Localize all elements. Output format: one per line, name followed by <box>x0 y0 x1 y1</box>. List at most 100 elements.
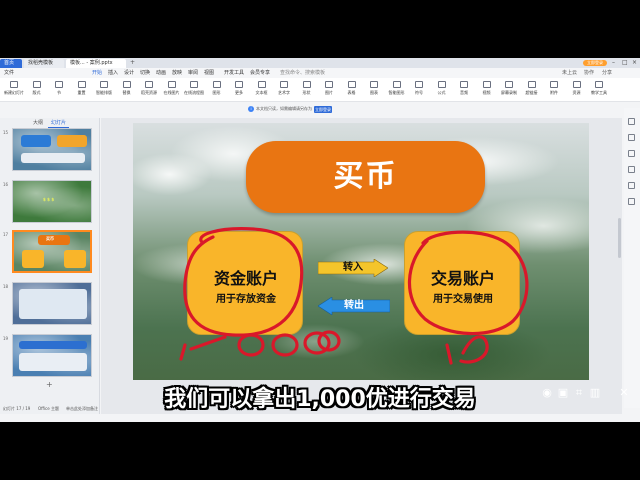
ribbon-button[interactable]: 视频 <box>477 81 497 99</box>
ribbon-tool-icon <box>302 81 311 88</box>
thumb-number: 19 <box>3 336 9 341</box>
thumb-number: 16 <box>3 182 9 187</box>
slide-thumbnail[interactable]: $ $ $ <box>12 180 92 223</box>
trash-icon[interactable]: ▥ <box>589 387 601 399</box>
slide-title: 买币 <box>333 159 398 194</box>
ribbon-button[interactable]: 重置 <box>72 81 92 99</box>
ribbon-tool-icon <box>437 81 446 88</box>
ribbon-button[interactable]: 更多 <box>229 81 249 99</box>
ribbon-button[interactable]: 表格 <box>342 81 362 99</box>
ribbon-button-label: 稻壳资源 <box>141 90 157 95</box>
menu-slideshow[interactable]: 放映 <box>172 70 182 76</box>
funding-account-title: 资金账户 <box>213 269 278 288</box>
crop-icon[interactable]: ⌗ <box>573 387 585 399</box>
search-input[interactable]: 查找命令、搜索模板 <box>280 70 325 76</box>
select-icon[interactable] <box>628 118 635 125</box>
ribbon-button[interactable]: 教学工具 <box>589 81 609 99</box>
camera-icon[interactable]: ▣ <box>557 387 569 399</box>
menu-home[interactable]: 开始 <box>92 70 102 76</box>
style-icon[interactable] <box>628 134 635 141</box>
notes-label[interactable]: 单击此处添加备注 <box>66 406 98 412</box>
layers-icon[interactable] <box>628 182 635 189</box>
eye-icon[interactable]: ◉ <box>541 387 553 399</box>
scrollbar[interactable] <box>618 218 621 258</box>
ribbon-button[interactable]: 智能排版 <box>94 81 114 99</box>
ribbon-button-label: 资源 <box>572 90 581 95</box>
ribbon-button[interactable]: 音频 <box>454 81 474 99</box>
menu-insert[interactable]: 插入 <box>108 70 118 76</box>
ribbon-button[interactable]: 超链接 <box>522 81 542 99</box>
trading-account-box[interactable]: 交易账户 用于交易使用 <box>404 231 520 335</box>
ribbon-button[interactable]: 图形 <box>207 81 227 99</box>
ribbon-button-label: 表格 <box>347 90 356 95</box>
menu-view[interactable]: 视图 <box>204 70 214 76</box>
title-shape[interactable]: 买币 <box>246 141 485 213</box>
ribbon-button[interactable]: 艺术字 <box>274 81 294 99</box>
ribbon-tool-icon <box>235 81 243 88</box>
ribbon-button[interactable]: 形状 <box>297 81 317 99</box>
ribbon-button[interactable]: 屏幕录制 <box>499 81 519 99</box>
ribbon-tool-icon <box>550 81 558 88</box>
ribbon-button[interactable]: 图片 <box>319 81 339 99</box>
settings-icon[interactable] <box>628 198 635 205</box>
ribbon-tool-icon <box>527 81 536 88</box>
ribbon-button[interactable]: 节 <box>49 81 69 99</box>
maximize-icon[interactable]: □ <box>622 59 628 67</box>
ribbon-button-label: 版式 <box>32 90 41 95</box>
transfer-out-arrow[interactable]: 转出 <box>317 296 391 316</box>
slide-thumbnail[interactable] <box>12 334 92 377</box>
ribbon-button-label: 新建幻灯片 <box>4 90 24 95</box>
transfer-in-arrow[interactable]: 转入 <box>317 258 389 278</box>
slide-thumbnail[interactable] <box>12 282 92 325</box>
funding-account-box[interactable]: 资金账户 用于存放资金 <box>187 231 303 335</box>
ribbon-button[interactable]: 公式 <box>432 81 452 99</box>
ribbon-button-label: 在线图片 <box>163 90 180 95</box>
menu-review[interactable]: 审阅 <box>188 70 198 76</box>
collab-button[interactable]: 协作 <box>584 70 594 76</box>
menu-transition[interactable]: 切换 <box>140 70 150 76</box>
ribbon-tool-icon <box>55 81 63 88</box>
login-button[interactable]: 立即登录 <box>583 60 607 66</box>
ribbon-button[interactable]: 版式 <box>27 81 47 99</box>
animation-icon[interactable] <box>628 150 635 157</box>
notice-button[interactable]: 立即登录 <box>314 106 332 113</box>
thumb-number: 17 <box>3 232 9 237</box>
cloud-status[interactable]: 未上云 <box>562 70 577 76</box>
slide-thumbnail[interactable] <box>12 128 92 171</box>
menu-file[interactable]: 文件 <box>4 70 14 76</box>
menu-devtools[interactable]: 开发工具 <box>224 70 244 76</box>
ribbon-button[interactable]: 替换 <box>117 81 137 99</box>
close-icon[interactable]: × <box>632 59 637 67</box>
transfer-out-label: 转出 <box>344 300 364 311</box>
ribbon-button[interactable]: 稻壳资源 <box>139 81 159 99</box>
share-button[interactable]: 分享 <box>602 70 612 76</box>
ribbon-button[interactable]: 资源 <box>567 81 587 99</box>
ribbon-tool-icon <box>77 81 86 88</box>
close-icon[interactable]: ✕ <box>618 387 630 399</box>
ribbon-button[interactable]: 在线流程图 <box>184 81 204 99</box>
ribbon-button[interactable]: 文本框 <box>252 81 272 99</box>
ribbon-button[interactable]: 图表 <box>364 81 384 99</box>
minimize-icon[interactable]: – <box>612 59 615 67</box>
ribbon-button[interactable]: 在线图片 <box>162 81 182 99</box>
thumb-number: 15 <box>3 130 9 135</box>
ribbon-tool-icon <box>10 81 18 88</box>
menu-member[interactable]: 会员专享 <box>250 70 270 76</box>
ribbon-button[interactable]: 智能图形 <box>387 81 407 99</box>
tab-home[interactable]: 首页 <box>0 59 22 68</box>
ribbon-button[interactable]: 符号 <box>409 81 429 99</box>
shape-icon[interactable] <box>628 166 635 173</box>
add-tab-icon[interactable]: + <box>130 59 135 67</box>
tab-document[interactable]: 模板... - 案例.pptx <box>66 59 126 68</box>
tab-template[interactable]: 找稻壳模板 <box>24 59 64 68</box>
ribbon-button[interactable]: 新建幻灯片 <box>4 81 24 99</box>
tab-slides[interactable]: 幻灯片 <box>48 120 70 128</box>
menu-animation[interactable]: 动画 <box>156 70 166 76</box>
slide-thumbnail-selected[interactable]: 买币 <box>12 230 92 273</box>
tab-outline[interactable]: 大纲 <box>30 120 46 127</box>
ribbon-button-label: 屏幕录制 <box>501 90 517 95</box>
ribbon-button[interactable]: 附件 <box>544 81 564 99</box>
add-slide-icon[interactable]: + <box>46 380 53 389</box>
menu-design[interactable]: 设计 <box>124 70 134 76</box>
slide[interactable]: 买币 资金账户 用于存放资金 交易账户 用于交易使用 转入 转出 <box>133 123 589 380</box>
